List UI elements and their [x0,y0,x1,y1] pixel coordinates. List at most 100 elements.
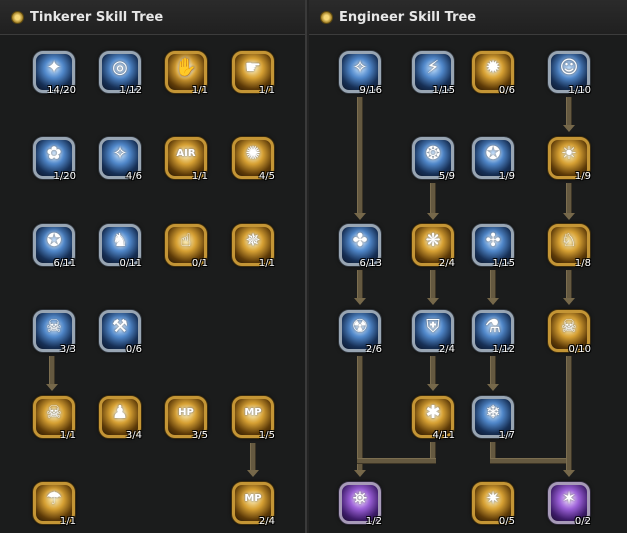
skill-slot[interactable]: ✶ 0/2 [548,482,591,527]
skill-icon: ☝ [180,230,192,251]
skill-slot[interactable]: ❂ 5/9 [412,137,455,182]
skill-level: 1/15 [432,85,455,96]
skill-slot[interactable]: ⛨ 2/4 [412,310,455,355]
skill-level: 1/1 [59,430,76,441]
connector-line [566,270,572,300]
tinkerer-header: Tinkerer Skill Tree [0,0,305,35]
connector-arrow [563,298,575,305]
skill-icon: ⛯ [352,488,368,509]
skill-slot[interactable]: ✧ 4/6 [99,137,142,182]
skill-icon: ☠ [45,316,63,337]
skill-slot[interactable]: ✵ 1/1 [232,224,275,269]
skill-icon: ⚡ [426,57,440,78]
skill-slot[interactable]: ☂ 1/1 [33,482,76,527]
connector-line [566,356,572,472]
skill-icon: ✱ [425,402,441,423]
skill-slot[interactable]: ❋ 2/4 [412,224,455,269]
skill-slot[interactable]: ☛ 1/1 [232,51,275,96]
connector-line [357,97,363,215]
skill-slot[interactable]: ✪ 1/9 [472,137,515,182]
skill-level: 2/4 [438,344,455,355]
skill-level: 3/3 [59,344,76,355]
skill-icon: ⚒ [111,316,129,337]
skill-icon: ⛨ [426,316,440,337]
skill-slot[interactable]: ☢ 2/6 [339,310,382,355]
skill-slot[interactable]: ✹ 0/6 [472,51,515,96]
skill-icon: ❄ [485,402,501,423]
skill-slot[interactable]: ✪ 6/11 [33,224,76,269]
skill-icon: ✦ [46,57,62,78]
skill-level: 4/5 [258,171,275,182]
skill-level: 2/6 [365,344,382,355]
connector-line [357,458,436,464]
skill-level: 1/1 [191,171,208,182]
skill-icon: ✺ [245,143,261,164]
connector-arrow [563,213,575,220]
connector-line [490,458,572,464]
skill-slot[interactable]: ✋ 1/1 [165,51,208,96]
connector-line [430,270,436,300]
connector-line [566,183,572,215]
skill-slot[interactable]: ◎ 1/12 [99,51,142,96]
tinkerer-title: Tinkerer Skill Tree [30,10,164,25]
skill-icon: ☂ [45,488,63,509]
skill-icon: ⚗ [484,316,502,337]
skill-level: 0/11 [119,258,142,269]
skill-level: 1/12 [119,85,142,96]
skill-slot[interactable]: ✱ 4/11 [412,396,455,441]
connector-arrow [487,298,499,305]
skill-slot[interactable]: ✺ 4/5 [232,137,275,182]
connector-arrow [487,384,499,391]
skill-icon: ☠ [560,316,578,337]
skill-slot[interactable]: ⛯ 1/2 [339,482,382,527]
skill-slot[interactable]: ✧ 9/16 [339,51,382,96]
skill-level: 1/20 [53,171,76,182]
skill-slot[interactable]: MP 1/5 [232,396,275,441]
skill-icon: MP [244,493,262,504]
engineer-title: Engineer Skill Tree [339,10,477,25]
skill-slot[interactable]: ⚒ 0/6 [99,310,142,355]
skill-slot[interactable]: ☠ 3/3 [33,310,76,355]
skill-icon: ❋ [425,230,441,251]
skill-slot[interactable]: ✿ 1/20 [33,137,76,182]
skill-level: 1/1 [258,258,275,269]
skill-level: 1/1 [191,85,208,96]
connector-line [430,183,436,215]
skill-slot[interactable]: ☝ 0/1 [165,224,208,269]
skill-slot[interactable]: ♞ 0/11 [99,224,142,269]
skill-slot[interactable]: ✤ 6/13 [339,224,382,269]
connector-arrow [427,213,439,220]
skill-slot[interactable]: HP 3/5 [165,396,208,441]
skill-icon: ✹ [485,57,501,78]
connector-line [49,356,55,386]
skill-slot[interactable]: ⚡ 1/15 [412,51,455,96]
skill-icon: ✋ [174,57,198,78]
skill-slot[interactable]: ✣ 1/15 [472,224,515,269]
skill-level: 14/20 [47,85,76,96]
skill-slot[interactable]: ♟ 3/4 [99,396,142,441]
skill-slot[interactable]: ✷ 0/5 [472,482,515,527]
skill-slot[interactable]: ♘ 1/8 [548,224,591,269]
skill-slot[interactable]: ✦ 14/20 [33,51,76,96]
connector-line [357,270,363,300]
tinkerer-skill-tree-panel: Tinkerer Skill Tree ✦ 14/20 ◎ 1/12 ✋ 1/1 ☛ 1… [0,0,307,533]
skill-icon: ♟ [111,402,129,423]
skill-slot[interactable]: ☺ 1/10 [548,51,591,96]
connector-line [490,270,496,300]
connector-line [566,97,572,127]
skill-slot[interactable]: ☀ 1/9 [548,137,591,182]
skill-slot[interactable]: ☠ 1/1 [33,396,76,441]
skill-slot[interactable]: AIR 1/1 [165,137,208,182]
skill-level: 3/5 [191,430,208,441]
skill-slot[interactable]: ☠ 0/10 [548,310,591,355]
skill-icon: ✿ [46,143,62,164]
skill-level: 0/10 [568,344,591,355]
skill-slot[interactable]: ❄ 1/7 [472,396,515,441]
skill-slot[interactable]: MP 2/4 [232,482,275,527]
skill-slot[interactable]: ⚗ 1/12 [472,310,515,355]
skill-icon: ☢ [351,316,369,337]
skill-level: 9/16 [359,85,382,96]
skill-icon: ❂ [425,143,441,164]
connector-arrow [354,298,366,305]
connector-line [357,356,363,472]
